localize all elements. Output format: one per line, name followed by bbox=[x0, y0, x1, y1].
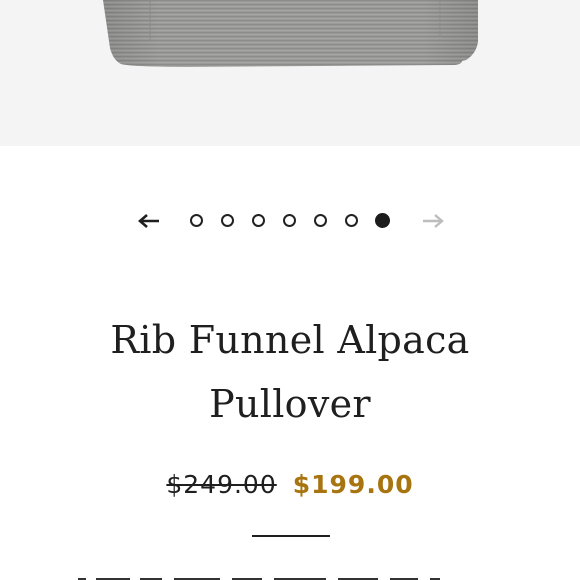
description-text-fragment bbox=[78, 578, 440, 580]
slide-dot-4[interactable] bbox=[283, 214, 296, 227]
next-slide-button[interactable] bbox=[418, 204, 448, 238]
product-description-clipped bbox=[78, 566, 518, 580]
divider bbox=[252, 535, 330, 537]
compare-at-price: $249.00 bbox=[166, 469, 277, 499]
slide-dot-7[interactable] bbox=[375, 213, 390, 228]
price-block: $249.00 $199.00 bbox=[0, 462, 580, 506]
slide-dot-1[interactable] bbox=[190, 214, 203, 227]
slide-dot-5[interactable] bbox=[314, 214, 327, 227]
sweater-image bbox=[103, 0, 478, 67]
product-title: Rib Funnel Alpaca Pullover bbox=[40, 308, 540, 436]
previous-slide-button[interactable] bbox=[134, 204, 164, 238]
slide-dot-2[interactable] bbox=[221, 214, 234, 227]
image-carousel-controls bbox=[0, 204, 580, 238]
arrow-left-icon bbox=[138, 214, 159, 228]
slide-dot-3[interactable] bbox=[252, 214, 265, 227]
sale-price: $199.00 bbox=[292, 469, 414, 499]
slide-dot-6[interactable] bbox=[345, 214, 358, 227]
arrow-right-icon bbox=[423, 214, 444, 228]
product-title-line-1: Rib Funnel Alpaca bbox=[110, 318, 470, 362]
product-image bbox=[0, 0, 580, 146]
product-title-line-2: Pullover bbox=[209, 382, 371, 426]
